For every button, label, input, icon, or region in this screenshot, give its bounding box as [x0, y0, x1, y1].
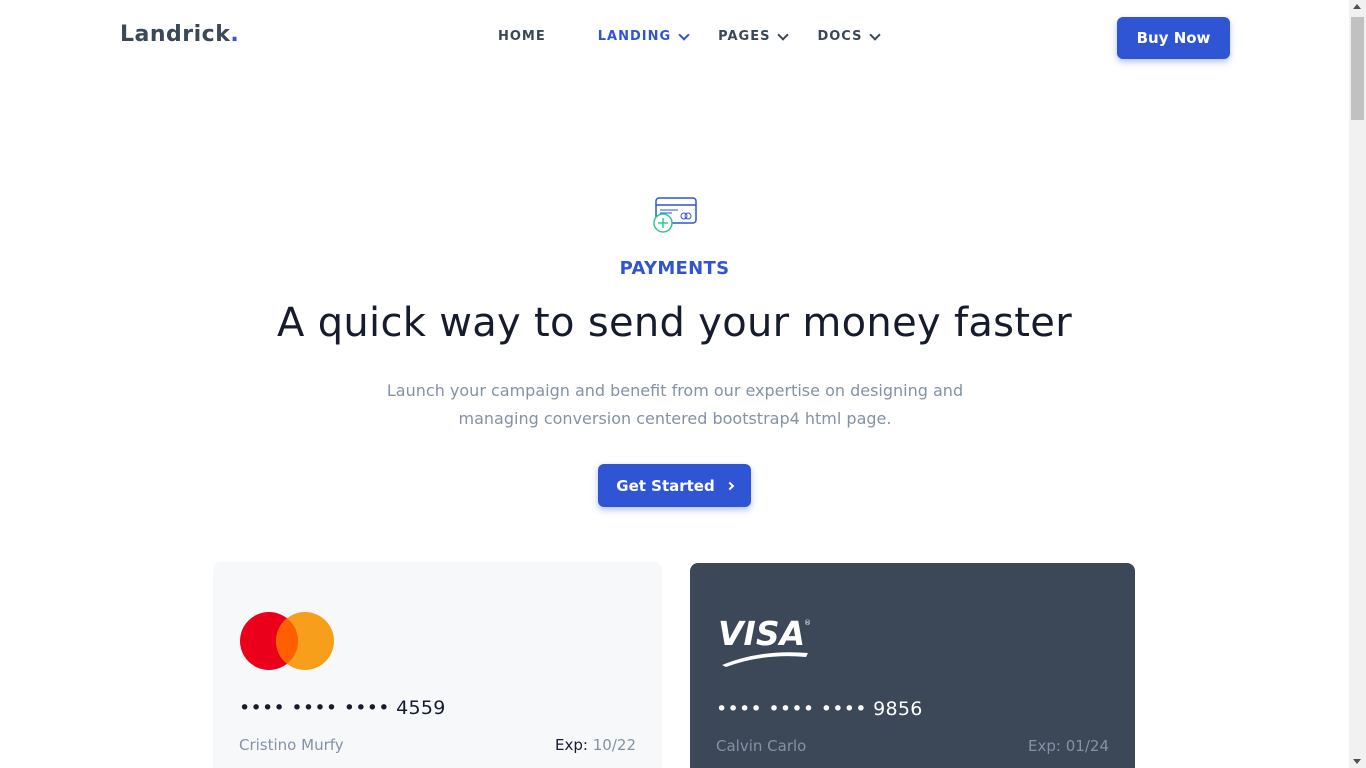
expiry-value: 01/24 [1065, 737, 1109, 755]
payment-card-mastercard: •••• •••• •••• 4559 Cristino Murfy Exp: … [213, 562, 662, 768]
logo[interactable]: Landrick. [120, 22, 239, 47]
section-eyebrow: PAYMENTS [619, 258, 730, 279]
visa-logo: VISA ® [718, 614, 811, 667]
nav-item-label: HOME [498, 29, 546, 44]
chevron-down-icon [678, 28, 690, 41]
page-scrollbar[interactable] [1349, 0, 1366, 768]
mastercard-logo [240, 612, 334, 670]
card-holder-name: Calvin Carlo [716, 737, 807, 755]
navbar: Landrick. HOME LANDING PAGES DOCS Buy No… [0, 0, 1349, 74]
logo-text: Landrick [120, 22, 231, 47]
nav-item-label: PAGES [718, 29, 771, 44]
get-started-button[interactable]: Get Started [598, 464, 751, 507]
svg-text:®: ® [804, 619, 811, 627]
card-holder-name: Cristino Murfy [239, 736, 344, 754]
expiry-value: 10/22 [592, 736, 636, 754]
expiry-label: Exp: [1028, 737, 1061, 755]
scroll-thumb[interactable] [1351, 17, 1364, 120]
chevron-right-icon [725, 481, 734, 490]
chevron-down-icon [777, 28, 790, 41]
card-number: •••• •••• •••• 9856 [716, 698, 923, 720]
card-expiry: Exp: 10/22 [555, 736, 636, 754]
nav-item-label: LANDING [597, 29, 672, 44]
scroll-down-icon[interactable] [1353, 759, 1361, 764]
expiry-label: Exp: [555, 736, 588, 754]
hero-subtext: Launch your campaign and benefit from ou… [386, 381, 964, 428]
buy-now-button[interactable]: Buy Now [1117, 17, 1230, 59]
payment-card-visa: VISA ® •••• •••• •••• 9856 Calvin Carlo … [690, 563, 1135, 768]
logo-dot: . [230, 22, 240, 47]
nav-item-home[interactable]: HOME [498, 29, 546, 44]
scroll-up-icon[interactable] [1353, 4, 1361, 9]
nav-item-docs[interactable]: DOCS [817, 28, 882, 44]
nav-item-label: DOCS [817, 29, 863, 44]
get-started-label: Get Started [616, 476, 715, 495]
nav-item-landing[interactable]: LANDING [597, 28, 690, 44]
card-number: •••• •••• •••• 4559 [239, 697, 446, 719]
nav-item-pages[interactable]: PAGES [718, 28, 790, 44]
chevron-down-icon [869, 28, 882, 41]
main-nav: HOME LANDING PAGES DOCS [498, 28, 882, 44]
card-expiry: Exp: 01/24 [1028, 737, 1109, 755]
hero-headline: A quick way to send your money faster [277, 300, 1072, 346]
credit-card-add-icon [653, 197, 697, 233]
visa-wordmark: VISA [718, 614, 805, 653]
